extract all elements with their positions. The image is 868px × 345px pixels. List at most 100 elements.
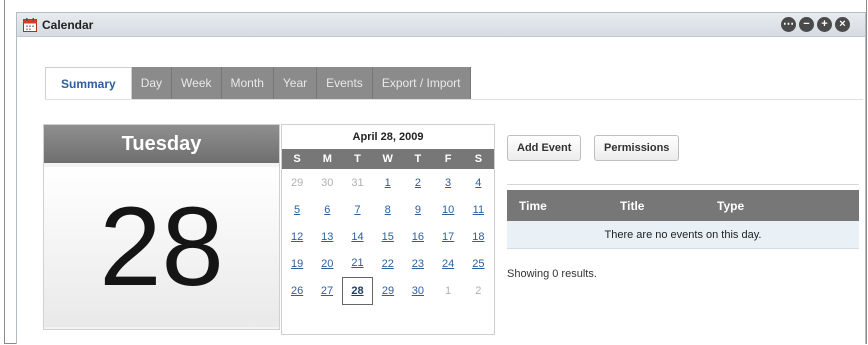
tab-export-import[interactable]: Export / Import — [372, 67, 471, 99]
calendar-week-row: 29 30 31 1 2 3 4 — [282, 169, 494, 196]
calendar-day[interactable]: 14 — [342, 223, 372, 250]
calendar-day-link[interactable]: 3 — [445, 177, 451, 189]
calendar-day[interactable]: 13 — [312, 223, 342, 250]
calendar-day[interactable]: 11 — [463, 196, 493, 223]
weekday-header: M — [312, 149, 343, 169]
calendar-day-link[interactable]: 29 — [382, 285, 394, 297]
calendar-day[interactable]: 25 — [463, 250, 493, 277]
weekday-header: S — [463, 149, 494, 169]
day-card: Tuesday 28 — [43, 124, 280, 330]
weekday-header: S — [282, 149, 313, 169]
calendar-day[interactable]: 18 — [463, 223, 493, 250]
calendar-day[interactable]: 26 — [282, 277, 312, 304]
tab-week[interactable]: Week — [172, 67, 222, 99]
calendar-day-link[interactable]: 18 — [472, 231, 484, 243]
calendar-day[interactable]: 21 — [342, 250, 372, 277]
calendar-day-outside-month: 1 — [445, 284, 452, 297]
calendar-day-link[interactable]: 25 — [472, 258, 484, 270]
tab-year[interactable]: Year — [273, 67, 318, 99]
calendar-day-link[interactable]: 26 — [291, 285, 303, 297]
portlet-titlebar: Calendar ⋯ − + × — [17, 13, 865, 37]
calendar-day-link[interactable]: 23 — [412, 258, 424, 270]
calendar-day[interactable]: 20 — [312, 250, 342, 277]
calendar-week-row: 5 6 7 8 9 10 11 — [282, 196, 494, 223]
calendar-icon — [23, 18, 37, 32]
mini-calendar-grid: SMTWTFS 29 30 31 1 2 3 4 5 6 7 8 9 10 11 12 13 14 15 16 17 1… — [282, 149, 494, 305]
mini-calendar-date-label: April 28, 2009 — [352, 131, 424, 143]
calendar-day[interactable]: 17 — [433, 223, 463, 250]
calendar-day[interactable]: 29 — [373, 277, 403, 304]
weekday-header: T — [402, 149, 434, 169]
calendar-day-link[interactable]: 1 — [385, 177, 391, 189]
calendar-day[interactable]: 6 — [312, 196, 342, 223]
calendar-day-link[interactable]: 12 — [291, 231, 303, 243]
calendar-day-link[interactable]: 21 — [351, 257, 363, 269]
calendar-week-row: 19 20 21 22 23 24 25 — [282, 250, 494, 277]
calendar-day-link[interactable]: 9 — [415, 204, 421, 216]
day-card-number: 28 — [44, 167, 279, 327]
calendar-day[interactable]: 5 — [282, 196, 312, 223]
calendar-day[interactable]: 12 — [282, 223, 312, 250]
column-header-time[interactable]: Time — [519, 199, 547, 213]
calendar-week-row: 26 27 28 29 30 1 2 — [282, 276, 494, 305]
calendar-day[interactable]: 30 — [403, 277, 433, 304]
calendar-day-link[interactable]: 4 — [475, 177, 481, 189]
calendar-day[interactable]: 1 — [373, 169, 403, 196]
tab-month[interactable]: Month — [221, 67, 274, 99]
calendar-day-outside-month: 30 — [321, 176, 334, 189]
calendar-day[interactable]: 22 — [373, 250, 403, 277]
permissions-button[interactable]: Permissions — [594, 135, 680, 161]
calendar-day-link[interactable]: 7 — [354, 204, 360, 216]
calendar-day-link[interactable]: 10 — [442, 204, 454, 216]
events-table-header: Time Title Type — [507, 190, 859, 221]
calendar-day[interactable]: 24 — [433, 250, 463, 277]
calendar-day-link[interactable]: 14 — [351, 231, 363, 243]
calendar-day-link[interactable]: 6 — [324, 204, 330, 216]
add-event-button[interactable]: Add Event — [507, 135, 582, 161]
calendar-day[interactable]: 2 — [403, 169, 433, 196]
calendar-day-link[interactable]: 19 — [291, 258, 303, 270]
calendar-day[interactable]: 23 — [403, 250, 433, 277]
calendar-day-link[interactable]: 2 — [415, 177, 421, 189]
calendar-day-outside-month: 29 — [290, 176, 304, 189]
calendar-day[interactable]: 27 — [312, 277, 342, 304]
tab-summary[interactable]: Summary — [45, 67, 132, 99]
calendar-day-link[interactable]: 8 — [385, 204, 391, 216]
column-header-title[interactable]: Title — [620, 199, 644, 213]
calendar-day[interactable]: 8 — [373, 196, 403, 223]
calendar-day-link[interactable]: 28 — [351, 285, 363, 297]
calendar-day-link[interactable]: 15 — [382, 231, 394, 243]
calendar-day-link[interactable]: 13 — [321, 231, 333, 243]
weekday-header: T — [342, 149, 373, 169]
calendar-day-link[interactable]: 22 — [382, 258, 394, 270]
column-header-type[interactable]: Type — [717, 199, 744, 213]
calendar-day[interactable]: 19 — [282, 250, 312, 277]
calendar-day-link[interactable]: 27 — [321, 285, 333, 297]
tab-day[interactable]: Day — [131, 67, 173, 99]
calendar-day-link[interactable]: 16 — [412, 231, 424, 243]
close-icon[interactable]: × — [835, 17, 850, 32]
calendar-day[interactable]: 9 — [403, 196, 433, 223]
calendar-day[interactable]: 3 — [433, 169, 463, 196]
calendar-day[interactable]: 7 — [342, 196, 372, 223]
tab-events[interactable]: Events — [317, 67, 373, 99]
calendar-day-link[interactable]: 5 — [294, 204, 300, 216]
maximize-icon[interactable]: + — [817, 17, 832, 32]
events-table: Time Title Type There are no events on t… — [507, 190, 859, 249]
calendar-day-link[interactable]: 30 — [412, 285, 424, 297]
weekday-header: W — [372, 149, 403, 169]
calendar-day[interactable]: 16 — [403, 223, 433, 250]
calendar-day[interactable]: 10 — [433, 196, 463, 223]
calendar-day-today[interactable]: 28 — [341, 276, 374, 305]
calendar-day-link[interactable]: 17 — [442, 231, 454, 243]
calendar-day[interactable]: 4 — [463, 169, 493, 196]
calendar-day-link[interactable]: 20 — [321, 258, 333, 270]
calendar-day-link[interactable]: 24 — [442, 258, 454, 270]
tab-divider — [45, 99, 863, 100]
minimize-icon[interactable]: − — [799, 17, 814, 32]
view-tabs: Summary Day Week Month Year Events Expor… — [45, 67, 471, 99]
more-options-icon[interactable]: ⋯ — [781, 17, 796, 32]
calendar-day[interactable]: 15 — [373, 223, 403, 250]
calendar-day-link[interactable]: 11 — [473, 204, 484, 216]
portlet-title: Calendar — [42, 18, 94, 32]
